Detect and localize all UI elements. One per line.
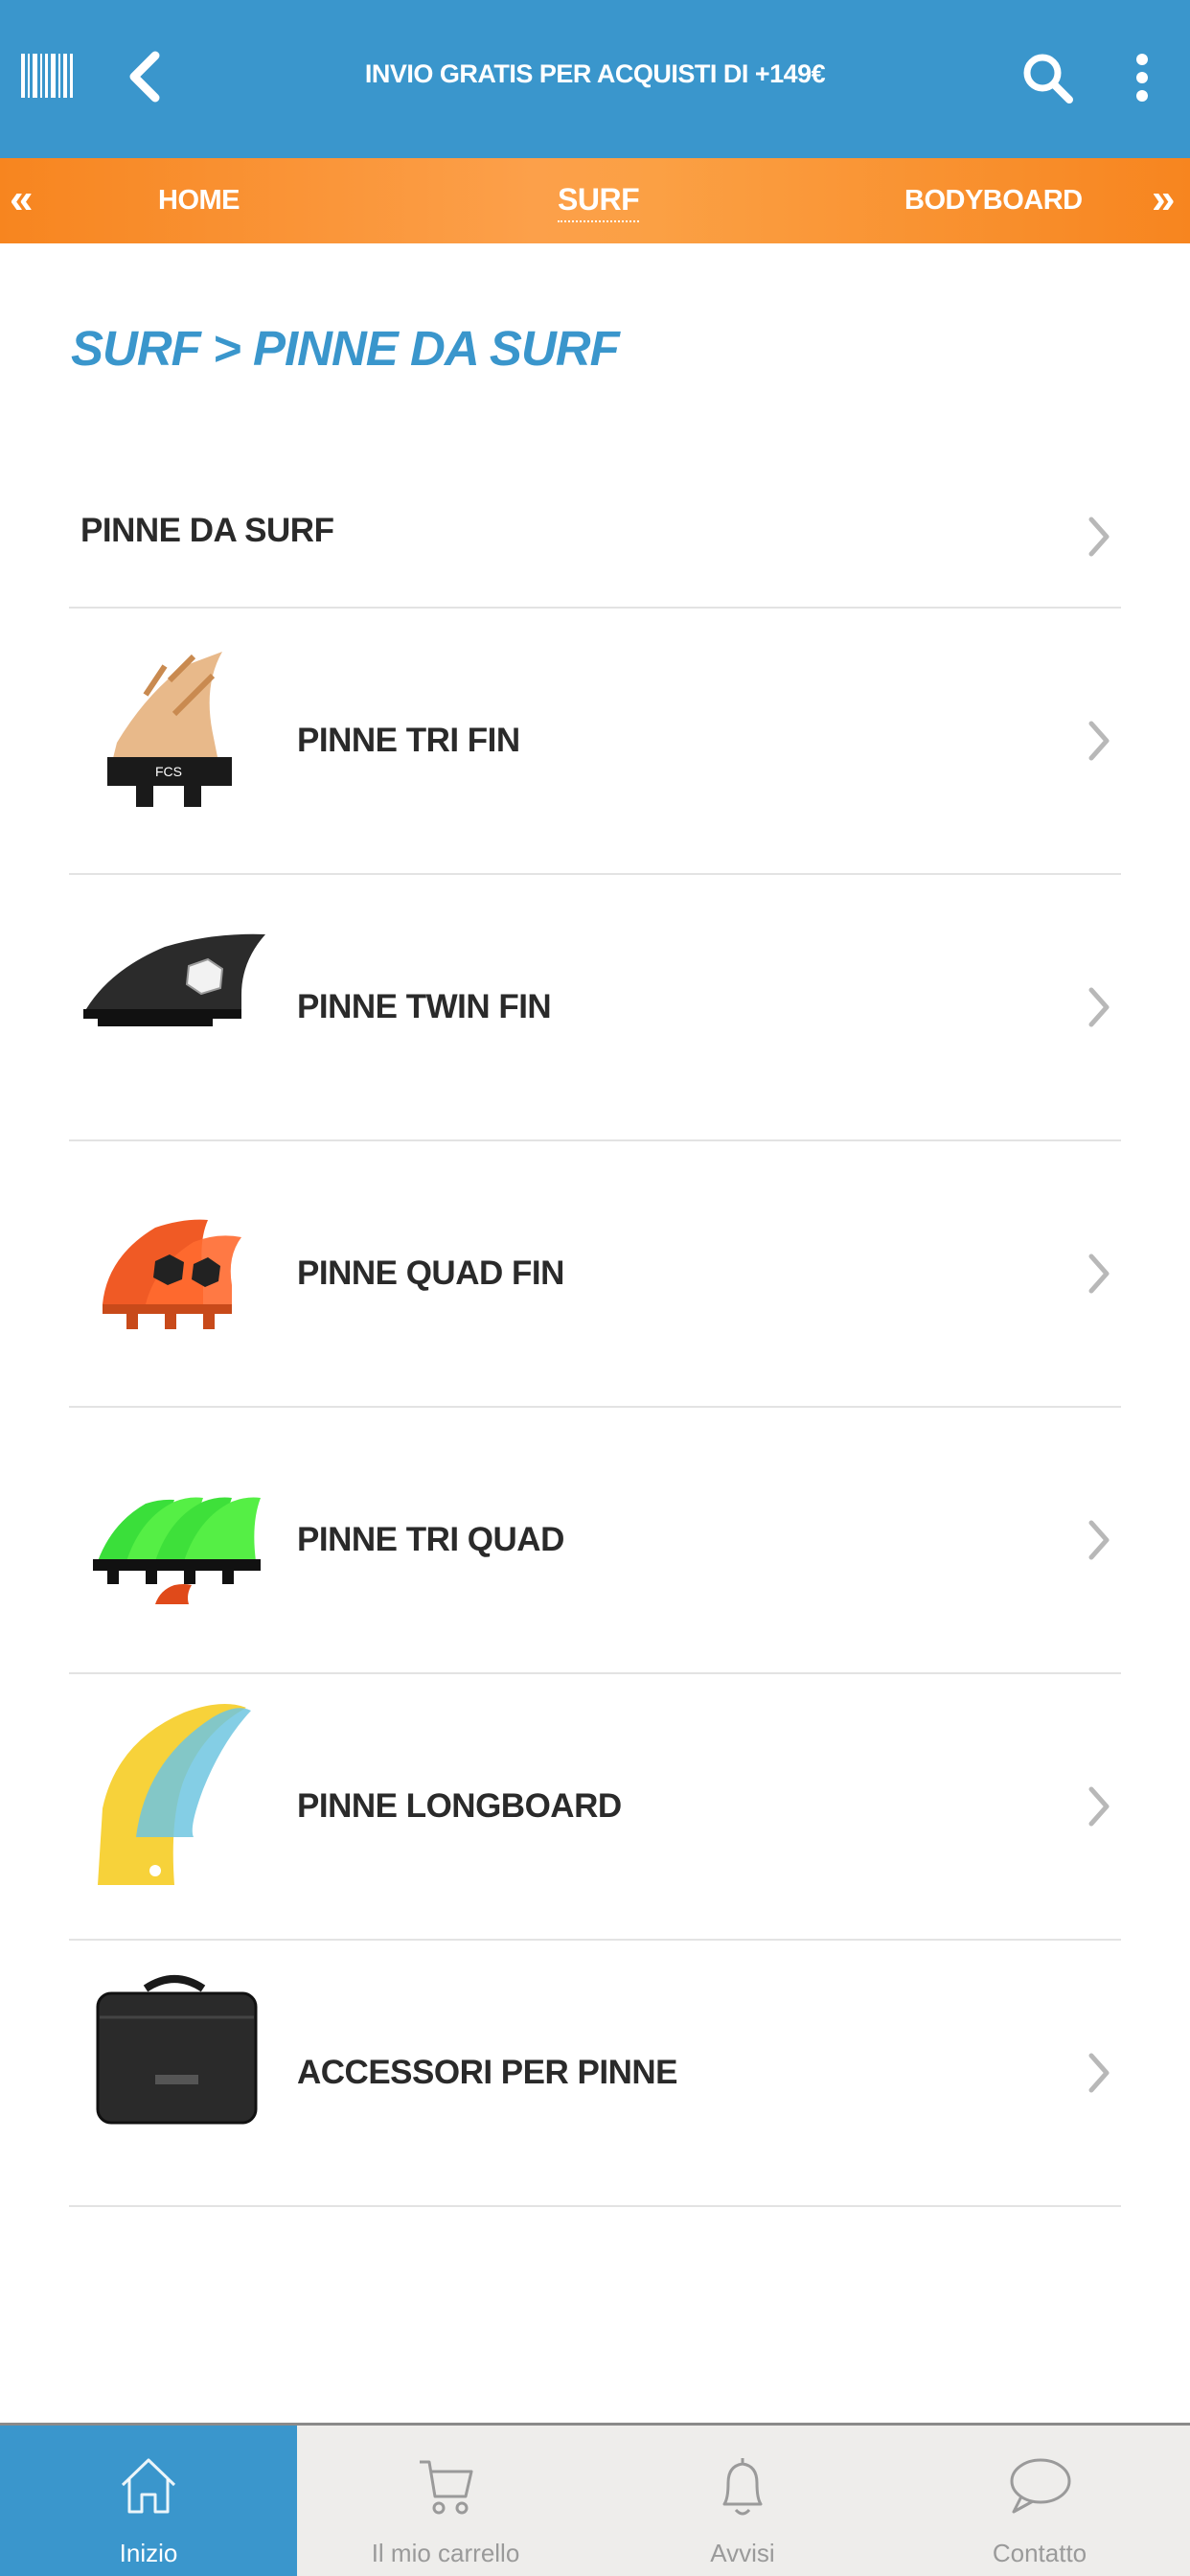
chevron-right-icon	[1087, 720, 1111, 767]
top-app-bar: INVIO GRATIS PER ACQUISTI DI +149€	[0, 0, 1190, 158]
quad-fin-thumbnail	[79, 1161, 270, 1352]
tab-home[interactable]: HOME	[158, 185, 240, 217]
chevron-right-icon	[1087, 516, 1111, 563]
tab-surf[interactable]: SURF	[558, 182, 640, 222]
list-item-label: PINNE TWIN FIN	[297, 988, 552, 1025]
subcategory-list: PINNE DA SURF FCS PINNE TRI FIN PINNE TW…	[69, 458, 1121, 2207]
scroll-left-arrow-icon[interactable]: «	[10, 175, 33, 223]
list-item-accessori-per-pinne[interactable]: ACCESSORI PER PINNE	[69, 1941, 1121, 2207]
chevron-right-icon	[1087, 2052, 1111, 2099]
list-item-label: PINNE TRI FIN	[297, 722, 520, 759]
chat-icon	[1010, 2458, 1071, 2514]
category-nav: « HOME SURF BODYBOARD »	[0, 158, 1190, 243]
bottom-tab-label: Inizio	[119, 2539, 178, 2567]
bell-icon	[722, 2458, 763, 2516]
bottom-tab-inizio[interactable]: Inizio	[0, 2426, 297, 2576]
home-icon	[121, 2458, 176, 2514]
cart-icon	[420, 2460, 473, 2515]
svg-text:FCS: FCS	[155, 764, 182, 779]
list-item-label: PINNE TRI QUAD	[297, 1521, 564, 1558]
list-item-label: PINNE LONGBOARD	[297, 1787, 622, 1825]
list-item-pinne-longboard[interactable]: PINNE LONGBOARD	[69, 1674, 1121, 1941]
list-item-pinne-quad-fin[interactable]: PINNE QUAD FIN	[69, 1141, 1121, 1408]
scroll-right-arrow-icon[interactable]: »	[1152, 175, 1175, 223]
list-item-pinne-da-surf[interactable]: PINNE DA SURF	[69, 458, 1121, 609]
breadcrumb: SURF > PINNE DA SURF	[71, 321, 620, 376]
twin-fin-thumbnail	[79, 894, 270, 1086]
chevron-right-icon	[1087, 986, 1111, 1033]
bottom-tab-carrello[interactable]: Il mio carrello	[297, 2426, 594, 2576]
bottom-tab-contatto[interactable]: Contatto	[891, 2426, 1188, 2576]
search-icon[interactable]	[1021, 52, 1075, 110]
list-item-pinne-tri-fin[interactable]: FCS PINNE TRI FIN	[69, 609, 1121, 875]
chevron-right-icon	[1087, 1785, 1111, 1832]
chevron-right-icon	[1087, 1519, 1111, 1566]
list-item-label: PINNE DA SURF	[80, 512, 334, 549]
bottom-tab-label: Il mio carrello	[371, 2539, 520, 2567]
list-item-pinne-tri-quad[interactable]: PINNE TRI QUAD	[69, 1408, 1121, 1674]
longboard-fin-thumbnail	[79, 1693, 270, 1885]
fin-bag-thumbnail	[79, 1960, 270, 2151]
tab-bodyboard[interactable]: BODYBOARD	[904, 185, 1083, 217]
bottom-nav: Inizio Il mio carrello Avvisi Contatto	[0, 2423, 1190, 2576]
bottom-tab-label: Avvisi	[710, 2539, 775, 2567]
list-item-label: PINNE QUAD FIN	[297, 1254, 564, 1292]
tri-fin-thumbnail: FCS	[79, 628, 270, 819]
list-item-label: ACCESSORI PER PINNE	[297, 2054, 677, 2091]
bottom-tab-avvisi[interactable]: Avvisi	[594, 2426, 891, 2576]
chevron-right-icon	[1087, 1253, 1111, 1300]
tri-quad-thumbnail	[79, 1427, 270, 1619]
list-item-pinne-twin-fin[interactable]: PINNE TWIN FIN	[69, 875, 1121, 1141]
promo-banner-text: INVIO GRATIS PER ACQUISTI DI +149€	[364, 59, 826, 88]
more-vertical-icon[interactable]	[1133, 54, 1151, 106]
bottom-tab-label: Contatto	[992, 2539, 1087, 2567]
